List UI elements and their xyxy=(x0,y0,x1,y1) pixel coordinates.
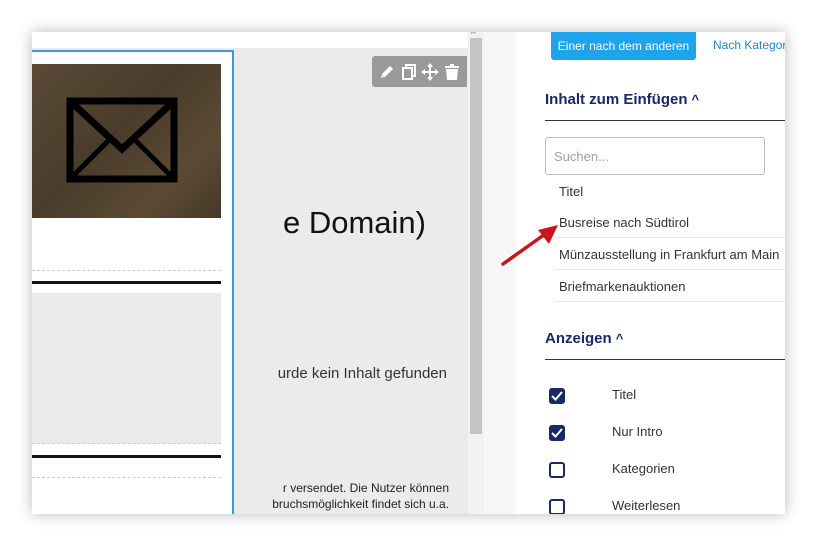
one-by-one-button[interactable]: Einer nach dem anderen xyxy=(551,32,696,60)
copy-icon[interactable] xyxy=(400,63,418,81)
editor-canvas: e Domain) urde kein Inhalt gefunden r ve… xyxy=(32,32,468,514)
email-heading: e Domain) xyxy=(283,205,426,240)
section-divider xyxy=(545,120,785,121)
heading-container[interactable] xyxy=(32,218,221,271)
display-header[interactable]: Anzeigen ^ xyxy=(545,330,623,347)
body-text-line: bruchsmöglichkeit findet sich u.a. xyxy=(272,497,449,511)
checkmark-icon xyxy=(551,428,563,438)
checkbox-label: Titel xyxy=(612,387,637,402)
checkbox-intro-only[interactable] xyxy=(549,425,565,441)
app-window: e Domain) urde kein Inhalt gefunden r ve… xyxy=(32,32,785,514)
checkbox-label: Nur Intro xyxy=(612,424,663,439)
panel-gutter xyxy=(484,32,516,514)
chevron-up-icon: ^ xyxy=(691,92,700,107)
settings-panel: Einer nach dem anderen Nach Kategor Inha… xyxy=(516,32,785,514)
move-icon[interactable] xyxy=(421,62,440,81)
checkbox-read-more[interactable] xyxy=(549,499,565,514)
section-title: Inhalt zum Einfügen xyxy=(545,91,688,108)
checkbox-label: Weiterlesen xyxy=(612,498,681,513)
annotation-arrow-icon xyxy=(501,225,558,266)
no-content-placeholder[interactable] xyxy=(32,293,221,444)
canvas-top-strip xyxy=(32,32,468,48)
email-content-block[interactable] xyxy=(32,50,234,514)
section-title: Anzeigen xyxy=(545,330,612,347)
chevron-up-icon: ^ xyxy=(615,331,624,346)
pencil-icon[interactable] xyxy=(378,63,396,81)
block-toolbar xyxy=(372,56,467,87)
search-input[interactable] xyxy=(545,137,765,175)
no-content-message: urde kein Inhalt gefunden xyxy=(277,365,447,382)
checkbox-categories[interactable] xyxy=(549,462,565,478)
header-image xyxy=(32,64,221,218)
checkbox-title[interactable] xyxy=(549,388,565,404)
divider-line xyxy=(32,281,221,284)
divider-line xyxy=(32,455,221,458)
insert-content-header[interactable]: Inhalt zum Einfügen ^ xyxy=(545,91,699,108)
scrollbar-thumb[interactable] xyxy=(470,38,482,434)
section-divider xyxy=(545,359,785,360)
list-item[interactable]: Busreise nach Südtirol xyxy=(554,207,785,238)
close-icon[interactable]: × xyxy=(470,32,476,38)
canvas-scrollbar[interactable] xyxy=(468,32,484,514)
by-category-link[interactable]: Nach Kategor xyxy=(713,38,785,52)
list-item[interactable]: Briefmarkenauktionen xyxy=(554,271,785,302)
body-text-line: r versendet. Die Nutzer können xyxy=(282,481,449,495)
envelope-icon xyxy=(66,97,178,183)
checkbox-label: Kategorien xyxy=(612,461,675,476)
dashed-separator xyxy=(32,477,221,478)
checkmark-icon xyxy=(551,391,563,401)
list-item[interactable]: Titel xyxy=(554,176,785,207)
list-item[interactable]: Münzausstellung in Frankfurt am Main xyxy=(554,239,785,270)
trash-icon[interactable] xyxy=(443,63,461,81)
